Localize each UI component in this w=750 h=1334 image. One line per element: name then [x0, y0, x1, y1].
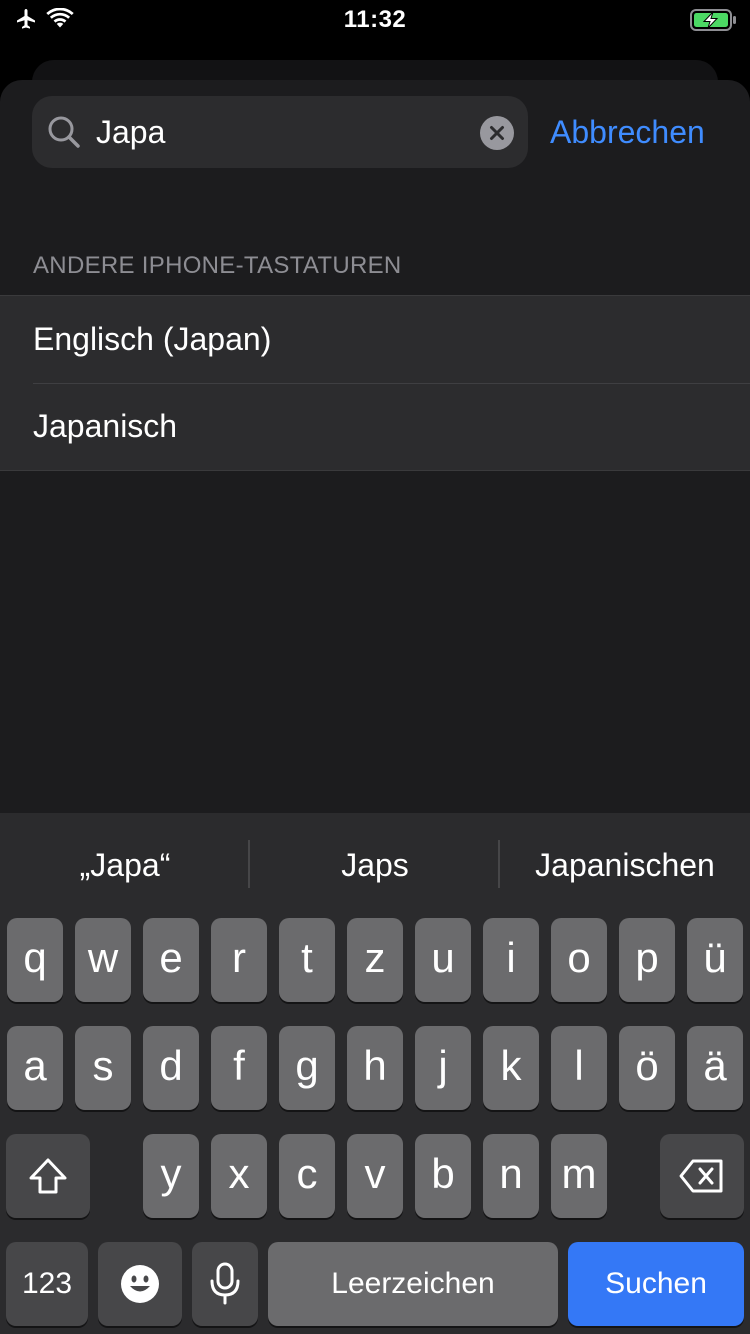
key-e[interactable]: e [143, 918, 199, 1002]
emoji-key[interactable] [98, 1242, 182, 1326]
key-label: h [363, 1042, 387, 1089]
key-j[interactable]: j [415, 1026, 471, 1110]
dictation-key[interactable] [192, 1242, 258, 1326]
return-key-label: Suchen [605, 1267, 707, 1300]
microphone-icon [210, 1262, 240, 1305]
key-label: s [92, 1042, 114, 1089]
key-r[interactable]: r [211, 918, 267, 1002]
battery-charging-icon [690, 9, 736, 31]
search-return-key[interactable]: Suchen [568, 1242, 744, 1326]
key-p[interactable]: p [619, 918, 675, 1002]
key-q[interactable]: q [7, 918, 63, 1002]
key-label: x [228, 1150, 250, 1197]
key-label: m [561, 1150, 597, 1197]
space-key[interactable]: Leerzeichen [268, 1242, 558, 1326]
key-v[interactable]: v [347, 1134, 403, 1218]
key-label: p [635, 934, 659, 981]
cancel-button[interactable]: Abbrechen [550, 96, 705, 168]
numbers-key-label: 123 [21, 1267, 73, 1300]
key-w[interactable]: w [75, 918, 131, 1002]
key-label: y [160, 1150, 182, 1197]
key-ä[interactable]: ä [687, 1026, 743, 1110]
key-label: a [23, 1042, 47, 1089]
shift-key[interactable] [6, 1134, 90, 1218]
key-u[interactable]: u [415, 918, 471, 1002]
suggestion-bar: „Japa“ Japs Japanischen [0, 813, 750, 913]
keyboard: „Japa“ Japs Japanischen 123 Leerzeichen … [0, 813, 750, 1334]
key-label: q [23, 934, 47, 981]
search-input[interactable]: Japa [32, 96, 528, 168]
keyboard-results-list: Englisch (Japan) Japanisch [0, 295, 750, 471]
key-label: f [233, 1042, 245, 1089]
key-a[interactable]: a [7, 1026, 63, 1110]
key-label: w [87, 934, 119, 981]
space-key-label: Leerzeichen [331, 1267, 495, 1300]
key-c[interactable]: c [279, 1134, 335, 1218]
backspace-icon [679, 1159, 723, 1193]
key-label: n [499, 1150, 523, 1197]
emoji-icon [121, 1265, 159, 1303]
key-label: e [159, 934, 183, 981]
clear-text-icon[interactable] [480, 116, 514, 150]
list-item-japanisch[interactable]: Japanisch [0, 383, 750, 470]
suggestion-3[interactable]: Japanischen [500, 813, 750, 913]
key-b[interactable]: b [415, 1134, 471, 1218]
key-l[interactable]: l [551, 1026, 607, 1110]
key-label: b [431, 1150, 455, 1197]
key-ö[interactable]: ö [619, 1026, 675, 1110]
key-g[interactable]: g [279, 1026, 335, 1110]
key-label: k [500, 1042, 522, 1089]
key-ü[interactable]: ü [687, 918, 743, 1002]
key-label: z [364, 934, 386, 981]
key-label: j [438, 1042, 448, 1089]
suggestion-2[interactable]: Japs [250, 813, 500, 913]
key-label: l [574, 1042, 584, 1089]
key-m[interactable]: m [551, 1134, 607, 1218]
key-label: ö [635, 1042, 659, 1089]
search-input-text: Japa [96, 114, 166, 150]
key-z[interactable]: z [347, 918, 403, 1002]
key-label: ä [703, 1042, 727, 1089]
key-d[interactable]: d [143, 1026, 199, 1110]
shift-icon [29, 1158, 67, 1194]
key-label: u [431, 934, 455, 981]
status-time: 11:32 [343, 6, 407, 33]
section-header: ANDERE IPHONE-TASTATUREN [33, 252, 402, 279]
backspace-key[interactable] [660, 1134, 744, 1218]
key-x[interactable]: x [211, 1134, 267, 1218]
key-o[interactable]: o [551, 918, 607, 1002]
list-item-englisch-japan[interactable]: Englisch (Japan) [0, 296, 750, 383]
key-k[interactable]: k [483, 1026, 539, 1110]
key-n[interactable]: n [483, 1134, 539, 1218]
key-label: i [506, 934, 516, 981]
key-label: t [301, 934, 313, 981]
key-label: c [296, 1150, 318, 1197]
key-label: g [295, 1042, 319, 1089]
key-h[interactable]: h [347, 1026, 403, 1110]
status-bar: 11:32 [0, 0, 750, 40]
numbers-key[interactable]: 123 [6, 1242, 88, 1326]
key-label: v [364, 1150, 386, 1197]
key-f[interactable]: f [211, 1026, 267, 1110]
key-t[interactable]: t [279, 918, 335, 1002]
key-y[interactable]: y [143, 1134, 199, 1218]
key-label: o [567, 934, 591, 981]
screen: 11:32 Japa Abbrechen ANDERE IPHONE-TASTA… [0, 0, 750, 1334]
key-label: ü [703, 934, 727, 981]
key-s[interactable]: s [75, 1026, 131, 1110]
key-i[interactable]: i [483, 918, 539, 1002]
suggestion-1[interactable]: „Japa“ [0, 813, 250, 913]
key-label: d [159, 1042, 183, 1089]
search-icon [48, 116, 80, 148]
key-label: r [232, 934, 246, 981]
